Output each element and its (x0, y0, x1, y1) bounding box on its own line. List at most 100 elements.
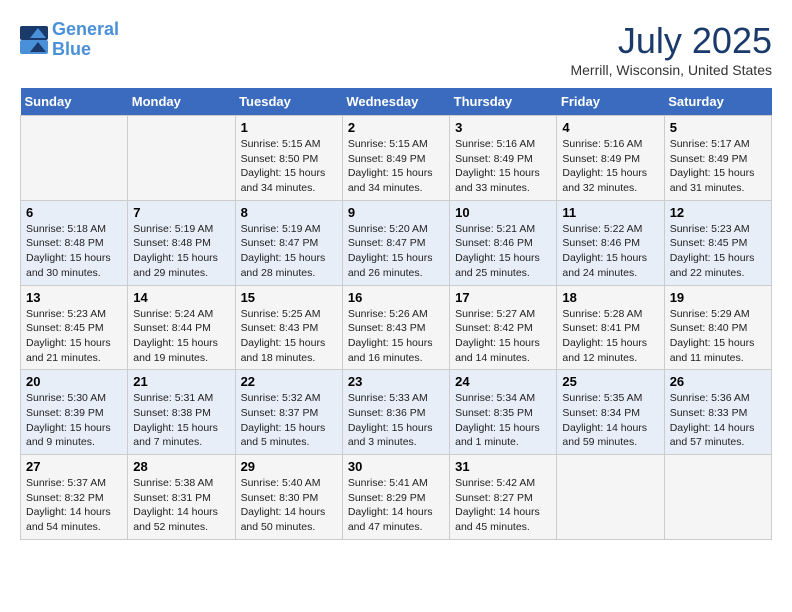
day-number: 15 (241, 290, 337, 305)
calendar-day-cell: 22 Sunrise: 5:32 AM Sunset: 8:37 PM Dayli… (235, 370, 342, 455)
calendar-day-header: Friday (557, 88, 664, 116)
day-info: Sunrise: 5:31 AM Sunset: 8:38 PM Dayligh… (133, 391, 229, 450)
calendar-day-cell: 20 Sunrise: 5:30 AM Sunset: 8:39 PM Dayli… (21, 370, 128, 455)
day-number: 21 (133, 374, 229, 389)
day-number: 18 (562, 290, 658, 305)
day-number: 5 (670, 120, 766, 135)
day-number: 4 (562, 120, 658, 135)
day-info: Sunrise: 5:35 AM Sunset: 8:34 PM Dayligh… (562, 391, 658, 450)
day-number: 27 (26, 459, 122, 474)
day-info: Sunrise: 5:40 AM Sunset: 8:30 PM Dayligh… (241, 476, 337, 535)
calendar-day-cell: 29Sunrise: 5:40 AM Sunset: 8:30 PM Dayli… (235, 455, 342, 540)
calendar-day-cell: 21 Sunrise: 5:31 AM Sunset: 8:38 PM Dayli… (128, 370, 235, 455)
day-info: Sunrise: 5:42 AM Sunset: 8:27 PM Dayligh… (455, 476, 551, 535)
calendar-day-cell (664, 455, 771, 540)
location-subtitle: Merrill, Wisconsin, United States (570, 62, 772, 78)
day-number: 31 (455, 459, 551, 474)
day-info: Sunrise: 5:37 AM Sunset: 8:32 PM Dayligh… (26, 476, 122, 535)
calendar-day-cell: 27 Sunrise: 5:37 AM Sunset: 8:32 PM Dayli… (21, 455, 128, 540)
calendar-day-cell: 2Sunrise: 5:15 AM Sunset: 8:49 PM Daylig… (342, 116, 449, 201)
calendar-day-cell: 25 Sunrise: 5:35 AM Sunset: 8:34 PM Dayli… (557, 370, 664, 455)
day-number: 1 (241, 120, 337, 135)
day-number: 10 (455, 205, 551, 220)
calendar-week-row: 6 Sunrise: 5:18 AM Sunset: 8:48 PM Daylig… (21, 200, 772, 285)
day-info: Sunrise: 5:36 AM Sunset: 8:33 PM Dayligh… (670, 391, 766, 450)
month-year-title: July 2025 (570, 20, 772, 62)
day-number: 17 (455, 290, 551, 305)
calendar-day-cell: 7 Sunrise: 5:19 AM Sunset: 8:48 PM Daylig… (128, 200, 235, 285)
day-info: Sunrise: 5:41 AM Sunset: 8:29 PM Dayligh… (348, 476, 444, 535)
day-info: Sunrise: 5:34 AM Sunset: 8:35 PM Dayligh… (455, 391, 551, 450)
calendar-day-cell: 24 Sunrise: 5:34 AM Sunset: 8:35 PM Dayli… (450, 370, 557, 455)
day-number: 26 (670, 374, 766, 389)
logo-icon (20, 26, 48, 54)
day-number: 23 (348, 374, 444, 389)
calendar-day-cell: 10 Sunrise: 5:21 AM Sunset: 8:46 PM Dayli… (450, 200, 557, 285)
calendar-table: SundayMondayTuesdayWednesdayThursdayFrid… (20, 88, 772, 540)
calendar-day-cell: 18 Sunrise: 5:28 AM Sunset: 8:41 PM Dayli… (557, 285, 664, 370)
calendar-day-cell: 11 Sunrise: 5:22 AM Sunset: 8:46 PM Dayli… (557, 200, 664, 285)
calendar-day-cell: 26 Sunrise: 5:36 AM Sunset: 8:33 PM Dayli… (664, 370, 771, 455)
calendar-day-header: Wednesday (342, 88, 449, 116)
day-number: 3 (455, 120, 551, 135)
day-number: 12 (670, 205, 766, 220)
day-number: 28 (133, 459, 229, 474)
day-info: Sunrise: 5:23 AM Sunset: 8:45 PM Dayligh… (670, 222, 766, 281)
day-info: Sunrise: 5:32 AM Sunset: 8:37 PM Dayligh… (241, 391, 337, 450)
day-info: Sunrise: 5:19 AM Sunset: 8:47 PM Dayligh… (241, 222, 337, 281)
day-info: Sunrise: 5:17 AM Sunset: 8:49 PM Dayligh… (670, 137, 766, 196)
calendar-day-cell (557, 455, 664, 540)
day-info: Sunrise: 5:18 AM Sunset: 8:48 PM Dayligh… (26, 222, 122, 281)
calendar-day-cell: 1 Sunrise: 5:15 AM Sunset: 8:50 PM Daylig… (235, 116, 342, 201)
calendar-day-header: Thursday (450, 88, 557, 116)
calendar-day-header: Monday (128, 88, 235, 116)
calendar-week-row: 27 Sunrise: 5:37 AM Sunset: 8:32 PM Dayli… (21, 455, 772, 540)
title-block: July 2025 Merrill, Wisconsin, United Sta… (570, 20, 772, 78)
day-info: Sunrise: 5:15 AM Sunset: 8:49 PM Dayligh… (348, 137, 444, 196)
logo: General Blue (20, 20, 119, 60)
day-info: Sunrise: 5:15 AM Sunset: 8:50 PM Dayligh… (241, 137, 337, 196)
day-info: Sunrise: 5:25 AM Sunset: 8:43 PM Dayligh… (241, 307, 337, 366)
day-info: Sunrise: 5:30 AM Sunset: 8:39 PM Dayligh… (26, 391, 122, 450)
calendar-day-cell: 23Sunrise: 5:33 AM Sunset: 8:36 PM Dayli… (342, 370, 449, 455)
calendar-day-cell: 12 Sunrise: 5:23 AM Sunset: 8:45 PM Dayli… (664, 200, 771, 285)
page-header: General Blue July 2025 Merrill, Wisconsi… (20, 20, 772, 78)
day-number: 7 (133, 205, 229, 220)
day-info: Sunrise: 5:22 AM Sunset: 8:46 PM Dayligh… (562, 222, 658, 281)
day-info: Sunrise: 5:16 AM Sunset: 8:49 PM Dayligh… (455, 137, 551, 196)
calendar-day-cell: 31 Sunrise: 5:42 AM Sunset: 8:27 PM Dayli… (450, 455, 557, 540)
calendar-day-cell: 13Sunrise: 5:23 AM Sunset: 8:45 PM Dayli… (21, 285, 128, 370)
calendar-day-header: Tuesday (235, 88, 342, 116)
day-number: 6 (26, 205, 122, 220)
calendar-day-cell: 4 Sunrise: 5:16 AM Sunset: 8:49 PM Daylig… (557, 116, 664, 201)
calendar-day-cell: 30Sunrise: 5:41 AM Sunset: 8:29 PM Dayli… (342, 455, 449, 540)
day-info: Sunrise: 5:19 AM Sunset: 8:48 PM Dayligh… (133, 222, 229, 281)
calendar-day-cell: 3 Sunrise: 5:16 AM Sunset: 8:49 PM Daylig… (450, 116, 557, 201)
day-number: 22 (241, 374, 337, 389)
day-info: Sunrise: 5:16 AM Sunset: 8:49 PM Dayligh… (562, 137, 658, 196)
day-number: 8 (241, 205, 337, 220)
day-info: Sunrise: 5:23 AM Sunset: 8:45 PM Dayligh… (26, 307, 122, 366)
day-info: Sunrise: 5:38 AM Sunset: 8:31 PM Dayligh… (133, 476, 229, 535)
calendar-day-header: Saturday (664, 88, 771, 116)
calendar-day-cell (128, 116, 235, 201)
calendar-day-cell: 15 Sunrise: 5:25 AM Sunset: 8:43 PM Dayli… (235, 285, 342, 370)
day-info: Sunrise: 5:28 AM Sunset: 8:41 PM Dayligh… (562, 307, 658, 366)
day-number: 19 (670, 290, 766, 305)
calendar-header-row: SundayMondayTuesdayWednesdayThursdayFrid… (21, 88, 772, 116)
calendar-day-cell: 5 Sunrise: 5:17 AM Sunset: 8:49 PM Daylig… (664, 116, 771, 201)
calendar-day-cell: 17Sunrise: 5:27 AM Sunset: 8:42 PM Dayli… (450, 285, 557, 370)
day-number: 11 (562, 205, 658, 220)
day-number: 24 (455, 374, 551, 389)
day-number: 25 (562, 374, 658, 389)
calendar-week-row: 1 Sunrise: 5:15 AM Sunset: 8:50 PM Daylig… (21, 116, 772, 201)
logo-text: General Blue (52, 20, 119, 60)
day-number: 16 (348, 290, 444, 305)
day-info: Sunrise: 5:26 AM Sunset: 8:43 PM Dayligh… (348, 307, 444, 366)
day-info: Sunrise: 5:20 AM Sunset: 8:47 PM Dayligh… (348, 222, 444, 281)
day-number: 20 (26, 374, 122, 389)
calendar-day-cell: 6 Sunrise: 5:18 AM Sunset: 8:48 PM Daylig… (21, 200, 128, 285)
calendar-day-header: Sunday (21, 88, 128, 116)
calendar-day-cell (21, 116, 128, 201)
day-info: Sunrise: 5:21 AM Sunset: 8:46 PM Dayligh… (455, 222, 551, 281)
